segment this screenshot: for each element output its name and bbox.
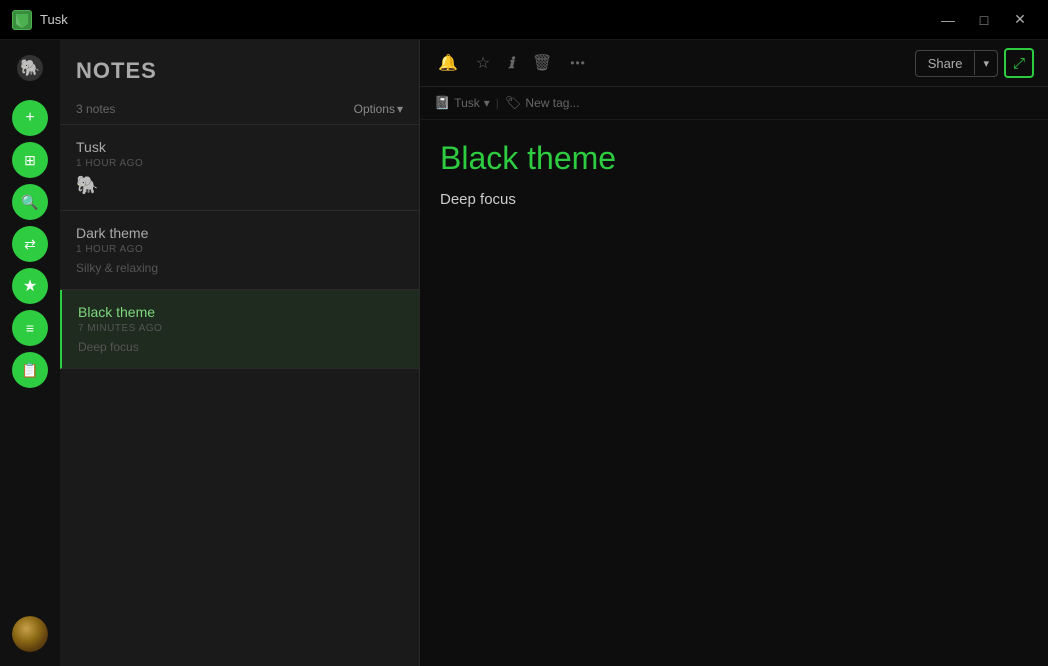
notebook-add-icon: ⊞: [24, 152, 36, 169]
notes-panel: NOTES 3 notes Options ▾ Tusk 1 HOUR AGO …: [60, 40, 420, 666]
note-title: Tusk: [76, 139, 403, 155]
starred-button[interactable]: ★: [12, 268, 48, 304]
minimize-button[interactable]: —: [932, 4, 964, 36]
new-note-button[interactable]: +: [12, 100, 48, 136]
options-label: Options: [354, 102, 395, 116]
sidebar: 🐘 + ⊞ 🔍 ⇄ ★ ≡ 📋: [0, 40, 60, 666]
search-button[interactable]: 🔍: [12, 184, 48, 220]
star-toolbar-icon[interactable]: ☆: [472, 49, 494, 77]
note-item-dark[interactable]: Dark theme 1 HOUR AGO Silky & relaxing: [60, 211, 419, 290]
trash-icon[interactable]: 🗑: [528, 49, 556, 77]
star-icon: ★: [23, 276, 37, 296]
new-notebook-button[interactable]: ⊞: [12, 142, 48, 178]
options-button[interactable]: Options ▾: [354, 102, 403, 116]
editor-panel: 🔔 ☆ ℹ 🗑 ••• Share ▾ ⤢ 📓 Tusk ▾: [420, 40, 1048, 666]
svg-text:🐘: 🐘: [20, 59, 40, 77]
notebook-breadcrumb[interactable]: 📓 Tusk ▾: [434, 95, 490, 111]
expand-icon: ⤢: [1013, 55, 1025, 72]
note-time: 1 HOUR AGO: [76, 158, 403, 169]
tag-breadcrumb[interactable]: 🏷 New tag...: [505, 95, 580, 111]
app-title: Tusk: [40, 12, 68, 27]
notes-list-button[interactable]: ≡: [12, 310, 48, 346]
note-preview: Silky & relaxing: [76, 261, 403, 275]
toolbar-left: 🔔 ☆ ℹ 🗑 •••: [434, 49, 590, 77]
note-title: Dark theme: [76, 225, 403, 241]
notebooks-icon: 📋: [21, 362, 38, 379]
share-dropdown-button[interactable]: ▾: [974, 52, 997, 75]
options-arrow-icon: ▾: [397, 102, 403, 116]
note-heading: Black theme: [440, 140, 1028, 177]
toolbar-right: Share ▾ ⤢: [915, 48, 1034, 78]
shortcuts-button[interactable]: ⇄: [12, 226, 48, 262]
evernote-icon: 🐘: [16, 54, 44, 82]
titlebar-controls: — □ ✕: [932, 4, 1036, 36]
note-item-black[interactable]: Black theme 7 MINUTES AGO Deep focus: [60, 290, 419, 369]
notes-list: Tusk 1 HOUR AGO 🐘 Dark theme 1 HOUR AGO …: [60, 125, 419, 666]
note-preview: Deep focus: [78, 340, 403, 354]
notes-count: 3 notes: [76, 102, 115, 116]
editor-content[interactable]: Black theme Deep focus: [420, 120, 1048, 666]
notebook-icon: 📓: [434, 95, 450, 111]
note-breadcrumb: 📓 Tusk ▾ | 🏷 New tag...: [420, 87, 1048, 120]
notes-panel-title: NOTES: [76, 58, 403, 84]
notes-header: NOTES: [60, 40, 419, 94]
tag-label: New tag...: [525, 96, 579, 110]
note-time: 1 HOUR AGO: [76, 244, 403, 255]
notebooks-button[interactable]: 📋: [12, 352, 48, 388]
note-body-text: Deep focus: [440, 191, 1028, 208]
notebook-label: Tusk: [454, 96, 480, 110]
editor-toolbar: 🔔 ☆ ℹ 🗑 ••• Share ▾ ⤢: [420, 40, 1048, 87]
titlebar-left: Tusk: [12, 10, 68, 30]
info-icon[interactable]: ℹ: [504, 50, 518, 77]
note-item-tusk[interactable]: Tusk 1 HOUR AGO 🐘: [60, 125, 419, 211]
more-options-icon[interactable]: •••: [566, 52, 590, 74]
avatar-image: [12, 616, 48, 652]
shortcuts-icon: ⇄: [24, 236, 36, 253]
note-preview-icon: 🐘: [76, 175, 403, 196]
maximize-button[interactable]: □: [968, 4, 1000, 36]
search-icon: 🔍: [21, 194, 38, 211]
titlebar: Tusk — □ ✕: [0, 0, 1048, 40]
notes-meta: 3 notes Options ▾: [60, 94, 419, 125]
expand-button[interactable]: ⤢: [1004, 48, 1034, 78]
note-title: Black theme: [78, 304, 403, 320]
share-button-group: Share ▾: [915, 50, 998, 77]
app-logo-icon: [12, 10, 32, 30]
share-button[interactable]: Share: [916, 51, 975, 76]
breadcrumb-separator: |: [496, 96, 499, 110]
notebook-arrow-icon: ▾: [484, 96, 490, 110]
note-time: 7 MINUTES AGO: [78, 323, 403, 334]
plus-icon: +: [25, 109, 34, 127]
alarm-icon[interactable]: 🔔: [434, 49, 462, 77]
user-avatar[interactable]: [12, 616, 48, 652]
main-layout: 🐘 + ⊞ 🔍 ⇄ ★ ≡ 📋: [0, 40, 1048, 666]
list-icon: ≡: [26, 320, 34, 336]
evernote-logo[interactable]: 🐘: [12, 50, 48, 86]
tag-icon: 🏷: [505, 95, 522, 111]
close-button[interactable]: ✕: [1004, 4, 1036, 36]
